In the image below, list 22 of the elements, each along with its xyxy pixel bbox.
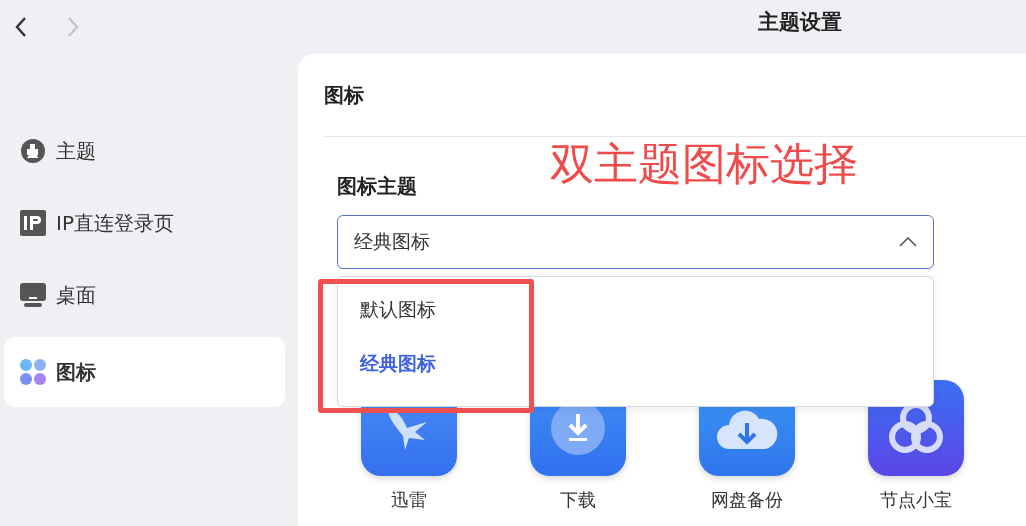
annotation-text: 双主题图标选择: [550, 137, 858, 191]
window-title: 主题设置: [757, 9, 843, 36]
app-label: 迅雷: [391, 488, 427, 512]
sidebar-item[interactable]: 桌面: [4, 261, 285, 329]
app-label: 节点小宝: [880, 488, 952, 512]
section-title: 图标: [324, 81, 364, 109]
caret-icon: [899, 237, 917, 247]
sidebar-item[interactable]: 图标: [4, 337, 285, 407]
app-label: 网盘备份: [711, 488, 783, 512]
ip-icon: [20, 210, 46, 236]
chevron-left-icon: [14, 16, 28, 38]
monitor-icon: [20, 283, 46, 307]
chevron-right-icon: [66, 16, 80, 38]
field-label: 图标主题: [337, 172, 418, 200]
brush-icon: [20, 138, 46, 164]
dropdown-option[interactable]: 默认图标: [338, 283, 933, 337]
icon-theme-select[interactable]: 经典图标: [337, 215, 934, 269]
sidebar-item[interactable]: IP直连登录页: [4, 189, 285, 257]
dropdown-option[interactable]: 经典图标: [338, 337, 933, 391]
sidebar-item[interactable]: 主题: [4, 117, 285, 185]
grid-icon: [20, 359, 46, 385]
app-label: 下载: [560, 488, 596, 512]
